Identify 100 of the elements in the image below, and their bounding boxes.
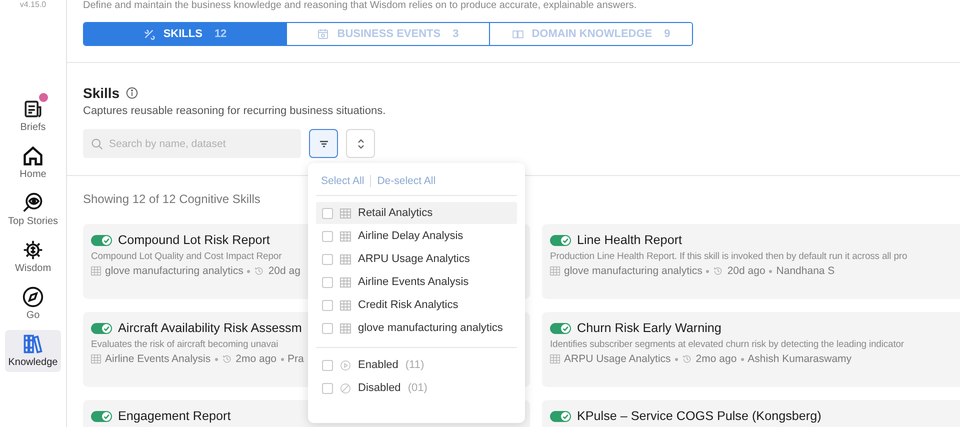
dataset-option[interactable]: Retail Analytics xyxy=(316,202,517,224)
checkbox[interactable] xyxy=(322,322,333,334)
toggle-switch[interactable] xyxy=(550,234,571,246)
separator-dot xyxy=(706,270,710,272)
skill-title: Churn Risk Early Warning xyxy=(577,321,722,335)
skill-title: KPulse – Service COGS Pulse (Kongsberg) xyxy=(577,409,822,423)
toggle-switch[interactable] xyxy=(91,234,112,246)
table-icon xyxy=(550,354,560,364)
checkbox[interactable] xyxy=(322,254,333,264)
sidebar-item[interactable]: Briefs xyxy=(5,95,61,137)
table-icon xyxy=(340,300,351,310)
books-icon xyxy=(22,333,44,355)
skill-card[interactable]: KPulse – Service COGS Pulse (Kongsberg) xyxy=(542,400,960,427)
history-icon xyxy=(682,354,692,364)
skill-description: Evaluates the risk of aircraft becoming unavai xyxy=(91,339,278,350)
version-label: v4.15.0 xyxy=(20,0,46,9)
author-name: Pra xyxy=(288,353,304,365)
section-subtitle: Captures reusable reasoning for recurring business situations. xyxy=(83,105,387,117)
dataset-name: glove manufacturing analytics xyxy=(564,265,702,277)
sidebar-item[interactable]: Wisdom xyxy=(5,236,61,278)
skill-title: Engagement Report xyxy=(118,409,231,423)
separator-dot xyxy=(214,358,218,360)
dataset-name: glove manufacturing analytics xyxy=(105,265,244,277)
table-icon xyxy=(340,230,351,242)
search-icon xyxy=(91,138,103,150)
dataset-option[interactable]: glove manufacturing analytics xyxy=(316,317,517,339)
table-icon xyxy=(550,266,560,276)
status-option[interactable]: Enabled (11) xyxy=(316,354,517,376)
toggle-switch[interactable] xyxy=(91,410,112,422)
sort-button[interactable] xyxy=(346,129,375,158)
updated-time: 20d ago xyxy=(727,265,766,277)
info-icon[interactable] xyxy=(126,87,138,99)
table-icon xyxy=(91,354,101,364)
toggle-switch[interactable] xyxy=(91,322,112,334)
notification-badge xyxy=(38,92,49,103)
sidebar-item[interactable]: Go xyxy=(5,283,61,325)
book-icon xyxy=(512,28,524,40)
check-icon xyxy=(561,412,570,420)
search-field[interactable]: Search by name, dataset xyxy=(83,129,301,158)
checkbox[interactable] xyxy=(322,300,333,310)
document-icon xyxy=(22,98,44,120)
results-summary: Showing 12 of 12 Cognitive Skills xyxy=(83,192,262,206)
separator-dot xyxy=(674,358,678,360)
filter-button[interactable] xyxy=(309,129,338,158)
check-icon xyxy=(102,324,111,332)
separator-dot xyxy=(280,358,284,360)
checkbox[interactable] xyxy=(322,360,333,370)
checkbox[interactable] xyxy=(322,230,333,242)
play-circle-icon xyxy=(340,360,351,370)
skill-title: Compound Lot Risk Report xyxy=(118,233,270,247)
sidebar-item[interactable]: Home xyxy=(5,142,61,184)
table-icon xyxy=(91,266,101,276)
tab[interactable]: SKILLS 12 xyxy=(84,23,286,45)
brain-gear-icon xyxy=(22,239,44,261)
page-description: Define and maintain the business knowledge and reasoning that Wisdom relies on to produce accurate, explainable answers. xyxy=(83,0,638,13)
updated-time: 2mo ago xyxy=(236,353,277,365)
skill-description: Production Line Health Report. If this skill is invoked then by default run it across all pro xyxy=(550,251,908,262)
dataset-name: ARPU Usage Analytics xyxy=(564,353,671,365)
updated-time: 2mo ago xyxy=(696,353,737,365)
history-icon xyxy=(254,266,264,276)
checkbox[interactable] xyxy=(322,382,333,394)
skill-card[interactable]: Churn Risk Early Warning Identifies subscriber segments at elevated churn risk by detecting the leading indicator ARPU Usage Analytics 2mo ago Ashish Kumaraswamy xyxy=(542,312,960,387)
toggle-switch[interactable] xyxy=(550,410,571,422)
check-icon xyxy=(561,236,570,244)
separator-dot xyxy=(740,358,744,360)
skill-description: Identifies subscriber segments at elevated churn risk by detecting the leading indicator xyxy=(550,339,904,350)
skill-card[interactable]: Line Health Report Production Line Health Report. If this skill is invoked then by default run it across all pro glove manufacturing analytics 20d ago Nandhana S xyxy=(542,224,960,299)
blocked-icon xyxy=(340,382,351,394)
dataset-name: Airline Events Analysis xyxy=(105,353,211,365)
checkbox[interactable] xyxy=(322,276,333,288)
check-icon xyxy=(561,324,570,332)
skill-title: Aircraft Availability Risk Assessm xyxy=(118,321,302,335)
sidebar-item[interactable]: Top Stories xyxy=(5,189,61,231)
dataset-option[interactable]: ARPU Usage Analytics xyxy=(316,248,517,270)
skill-title: Line Health Report xyxy=(577,233,682,247)
compass-icon xyxy=(22,286,44,308)
skill-description: Compound Lot Quality and Cost Impact Repor xyxy=(91,251,282,262)
dataset-option[interactable]: Airline Events Analysis xyxy=(316,271,517,293)
check-icon xyxy=(102,412,111,420)
table-icon xyxy=(340,208,351,218)
dataset-option[interactable]: Airline Delay Analysis xyxy=(316,225,517,247)
history-icon xyxy=(222,354,232,364)
separator-dot xyxy=(247,270,250,272)
count-label: (11) xyxy=(405,359,424,371)
author-name: Ashish Kumaraswamy xyxy=(748,353,852,365)
sidebar-item[interactable]: Knowledge xyxy=(5,330,61,372)
section-title: Skills xyxy=(83,84,120,102)
table-icon xyxy=(340,254,351,264)
home-icon xyxy=(22,145,44,167)
history-icon xyxy=(713,266,724,276)
author-name: Nandhana S xyxy=(776,265,835,277)
tools-icon xyxy=(143,28,156,40)
updated-time: 20d ag xyxy=(268,265,300,277)
table-icon xyxy=(340,276,351,288)
check-icon xyxy=(102,236,111,244)
checkbox[interactable] xyxy=(322,208,333,218)
calendar-icon xyxy=(317,28,330,40)
separator-dot xyxy=(769,270,772,272)
toggle-switch[interactable] xyxy=(550,322,571,334)
eye-magnifier-icon xyxy=(22,192,44,214)
